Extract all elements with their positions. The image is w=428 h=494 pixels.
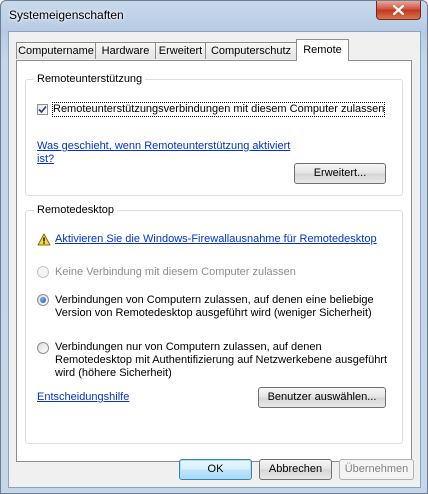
remote-assistance-checkbox[interactable] <box>37 104 48 115</box>
remote-assistance-group: Remoteunterstützung Remoteunterstützungs… <box>25 73 403 196</box>
radio-nla-only-label: Verbindungen nur von Computern zulassen,… <box>55 341 388 379</box>
radio-no-connections[interactable] <box>37 266 49 278</box>
dialog-client-area: Computername Hardware Erweitert Computer… <box>8 31 421 488</box>
radio-no-connections-label: Keine Verbindung mit diesem Computer zul… <box>55 266 296 278</box>
tab-label: Computerschutz <box>210 45 292 57</box>
remote-desktop-group: Remotedesktop Aktivieren Sie die Windows… <box>25 204 403 444</box>
tab-computername[interactable]: Computername <box>16 42 96 59</box>
tab-label: Erweitert <box>158 45 203 57</box>
cancel-button[interactable]: Abbrechen <box>259 459 332 480</box>
window-title: Systemeigenschaften <box>9 8 124 22</box>
radio-any-version[interactable] <box>37 294 49 306</box>
tab-erweitert[interactable]: Erweitert <box>155 42 206 59</box>
radio-selected-dot <box>40 297 46 303</box>
apply-button[interactable]: Übernehmen <box>339 459 414 480</box>
firewall-exception-link[interactable]: Aktivieren Sie die Windows-Firewallausna… <box>55 233 377 246</box>
tab-computerschutz[interactable]: Computerschutz <box>205 42 297 59</box>
title-bar[interactable]: Systemeigenschaften <box>1 1 427 31</box>
tab-remote[interactable]: Remote <box>296 39 349 61</box>
group-title: Remoteunterstützung <box>34 73 146 85</box>
advanced-button[interactable]: Erweitert... <box>294 163 386 184</box>
ok-button[interactable]: OK <box>179 459 252 480</box>
tab-label: Computername <box>18 45 94 57</box>
select-users-button[interactable]: Benutzer auswählen... <box>258 387 386 408</box>
tab-label: Hardware <box>101 45 150 57</box>
remote-assistance-help-link[interactable]: Was geschieht, wenn Remoteunterstützung … <box>37 140 297 166</box>
remote-assistance-checkbox-label[interactable]: Remoteunterstützungsverbindungen mit die… <box>51 102 386 117</box>
radio-nla-only[interactable] <box>37 342 49 354</box>
radio-any-version-label: Verbindungen von Computern zulassen, auf… <box>55 294 374 319</box>
remote-tab-panel: Remoteunterstützung Remoteunterstützungs… <box>16 60 412 462</box>
warning-icon <box>37 233 51 246</box>
tab-label: Remote <box>303 44 342 56</box>
checkmark-icon <box>38 105 47 114</box>
tab-hardware[interactable]: Hardware <box>95 42 156 59</box>
group-title: Remotedesktop <box>34 204 118 216</box>
close-icon <box>393 5 404 15</box>
close-button[interactable] <box>376 1 421 20</box>
decision-help-link[interactable]: Entscheidungshilfe <box>37 391 129 404</box>
system-properties-window: Systemeigenschaften Computername Hardwar… <box>0 0 428 494</box>
